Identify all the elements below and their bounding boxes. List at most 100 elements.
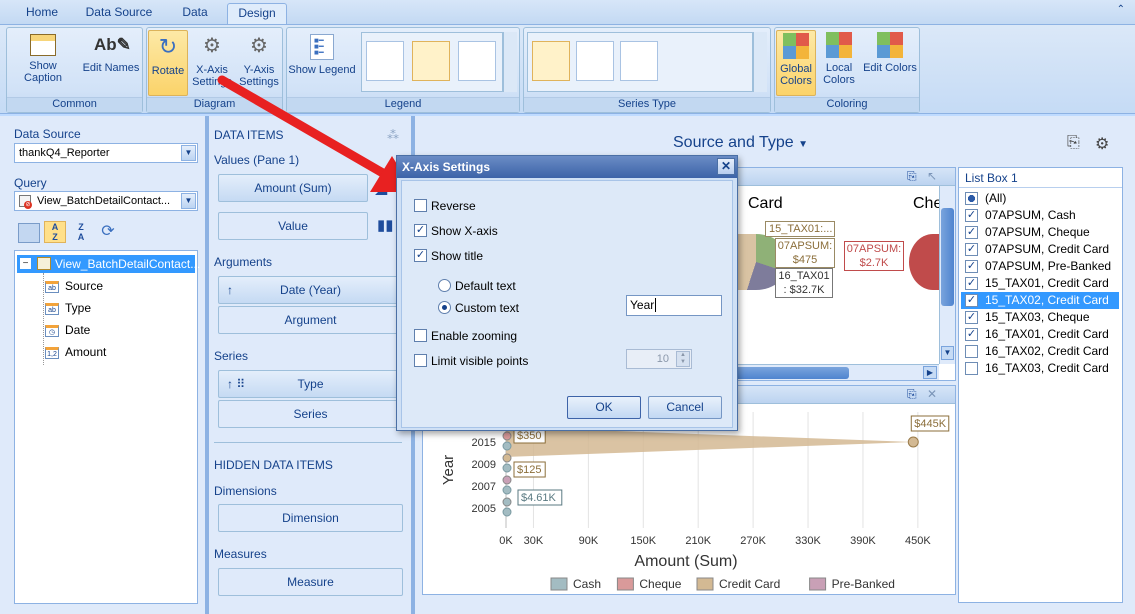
tab-data-source[interactable]: Data Source (80, 3, 158, 24)
measure-placeholder[interactable]: Measure (218, 568, 403, 596)
checkbox-box[interactable]: ✓ (965, 277, 978, 290)
tree-field-date[interactable]: ◷ Date (45, 323, 90, 337)
show-x-axis-checkbox[interactable]: ✓ Show X-axis (414, 224, 498, 238)
checkbox-box[interactable]: ✓ (965, 260, 978, 273)
global-colors-button[interactable]: Global Colors (776, 30, 816, 96)
tree-root-node[interactable]: − View_BatchDetailContact... (17, 255, 200, 273)
filter-icon[interactable]: ▼ (798, 139, 808, 150)
rotate-button[interactable]: ↻ Rotate (148, 30, 188, 96)
group-by-type-icon[interactable] (18, 223, 40, 243)
checkbox-box[interactable] (965, 345, 978, 358)
tree-field-amount[interactable]: 1,2 Amount (45, 345, 106, 359)
list-box-item[interactable]: ✓ 15_TAX02, Credit Card (961, 292, 1119, 309)
list-box-item[interactable]: ✓ 15_TAX01, Credit Card (961, 275, 1119, 292)
argument-item-date-year[interactable]: ↑ Date (Year) (218, 276, 403, 304)
list-box-item[interactable]: 16_TAX02, Credit Card (961, 343, 1119, 360)
tab-design[interactable]: Design (227, 3, 287, 24)
edit-colors-button[interactable]: Edit Colors (861, 30, 919, 96)
series-type-full-stacked-option[interactable] (620, 41, 658, 81)
refresh-icon[interactable]: ⟳ (98, 222, 118, 242)
export-icon[interactable]: ⎘ (907, 169, 917, 184)
radio-circle[interactable] (438, 279, 451, 292)
checkbox-box[interactable]: ✓ (965, 294, 978, 307)
list-box-item[interactable]: ✓ 07APSUM, Credit Card (961, 241, 1119, 258)
query-combo[interactable]: ⊘ View_BatchDetailContact... ▼ (14, 191, 198, 211)
series-type-stacked-bar-option[interactable] (576, 41, 614, 81)
show-caption-button[interactable]: Show Caption (9, 30, 77, 96)
tree-field-type[interactable]: ab Type (45, 301, 91, 315)
data-source-combo[interactable]: thankQ4_Reporter ▼ (14, 143, 198, 163)
x-axis-settings-button[interactable]: ⚙ X-Axis Settings (190, 30, 234, 96)
spin-buttons-icon[interactable]: ▲ ▼ (676, 351, 690, 367)
list-box-item[interactable]: ✓ 07APSUM, Cheque (961, 224, 1119, 241)
series-item-type[interactable]: ↑ ⠿ Type (218, 370, 403, 398)
checkbox-box[interactable]: ✓ (414, 224, 427, 237)
export-icon[interactable]: ⎘ (1067, 134, 1080, 152)
add-pane-icon[interactable]: ⁂ (387, 128, 399, 142)
series-type-bar-option-selected[interactable] (532, 41, 570, 81)
clear-filter-icon[interactable]: ✕ (927, 387, 937, 401)
show-legend-button[interactable]: ■━ ■━ ■━ Show Legend (287, 30, 357, 96)
list-box-item[interactable]: ✓ 15_TAX03, Cheque (961, 309, 1119, 326)
sort-az-icon[interactable]: AZ (44, 221, 66, 243)
legend-position-option[interactable] (458, 41, 496, 81)
list-box-item[interactable]: ✓ 07APSUM, Pre-Banked (961, 258, 1119, 275)
list-box-item[interactable]: ✓ 07APSUM, Cash (961, 207, 1119, 224)
ok-button[interactable]: OK (567, 396, 641, 419)
checkbox-box[interactable] (965, 192, 978, 205)
legend-gallery-scroller[interactable] (503, 32, 517, 92)
checkbox-box[interactable]: ✓ (965, 328, 978, 341)
collapse-icon[interactable]: − (20, 258, 31, 269)
show-title-checkbox[interactable]: ✓ Show title (414, 249, 483, 263)
limit-visible-points-checkbox[interactable]: Limit visible points (414, 354, 528, 368)
checkbox-box[interactable]: ✓ (965, 243, 978, 256)
bar-series-icon[interactable]: ▮▮ (377, 216, 394, 234)
series-placeholder[interactable]: Series (218, 400, 403, 428)
tree-field-source[interactable]: ab Source (45, 279, 103, 293)
tab-home[interactable]: Home (14, 3, 70, 24)
checkbox-box[interactable] (414, 199, 427, 212)
checkbox-box[interactable]: ✓ (965, 209, 978, 222)
vertical-scrollbar[interactable]: ▼ (939, 186, 955, 364)
dimension-placeholder[interactable]: Dimension (218, 504, 403, 532)
checkbox-box[interactable] (414, 354, 427, 367)
value-item-amount-sum[interactable]: Amount (Sum) (218, 174, 368, 202)
scroll-down-icon[interactable]: ▼ (941, 346, 954, 360)
enable-zooming-checkbox[interactable]: Enable zooming (414, 329, 517, 343)
custom-text-radio[interactable]: Custom text (438, 301, 519, 315)
legend-position-option-selected[interactable] (412, 41, 450, 81)
chevron-down-icon[interactable]: ▼ (181, 193, 196, 209)
edit-names-button[interactable]: Ab✎ Edit Names (79, 30, 143, 96)
default-text-radio[interactable]: Default text (438, 279, 516, 293)
scroll-right-icon[interactable]: ▶ (923, 366, 937, 379)
list-box-item[interactable]: (All) (961, 190, 1119, 207)
custom-text-input[interactable]: Year (626, 295, 722, 316)
checkbox-box[interactable] (965, 362, 978, 375)
export-icon[interactable]: ⎘ (907, 387, 917, 402)
tab-data[interactable]: Data (168, 3, 222, 24)
scrollbar-thumb[interactable] (941, 208, 954, 306)
limit-spin-editor[interactable]: 10 ▲ ▼ (626, 349, 692, 369)
close-icon[interactable]: ✕ (717, 158, 735, 175)
checkbox-box[interactable]: ✓ (965, 311, 978, 324)
checkbox-box[interactable]: ✓ (414, 249, 427, 262)
cancel-button[interactable]: Cancel (648, 396, 722, 419)
list-box-item[interactable]: ✓ 16_TAX01, Credit Card (961, 326, 1119, 343)
argument-placeholder[interactable]: Argument (218, 306, 403, 334)
collapse-ribbon-icon[interactable]: ⌃ (1117, 4, 1125, 15)
chevron-down-icon[interactable]: ▼ (181, 145, 196, 161)
y-axis-settings-button[interactable]: ⚙ Y-Axis Settings (236, 30, 282, 96)
checkbox-box[interactable]: ✓ (965, 226, 978, 239)
checkbox-box[interactable] (414, 329, 427, 342)
sort-za-icon[interactable]: ZA (70, 222, 92, 242)
area-series-icon[interactable]: ◢ (375, 178, 387, 198)
radio-circle[interactable] (438, 301, 451, 314)
reverse-checkbox[interactable]: Reverse (414, 199, 476, 213)
list-box-item[interactable]: 16_TAX03, Credit Card (961, 360, 1119, 377)
legend-position-option[interactable] (366, 41, 404, 81)
settings-icon[interactable]: ⚙ (1095, 134, 1109, 154)
series-gallery-scroller[interactable] (753, 32, 767, 92)
drill-up-icon[interactable]: ↖ (927, 169, 937, 183)
value-placeholder[interactable]: Value (218, 212, 368, 240)
local-colors-button[interactable]: Local Colors (819, 30, 859, 96)
